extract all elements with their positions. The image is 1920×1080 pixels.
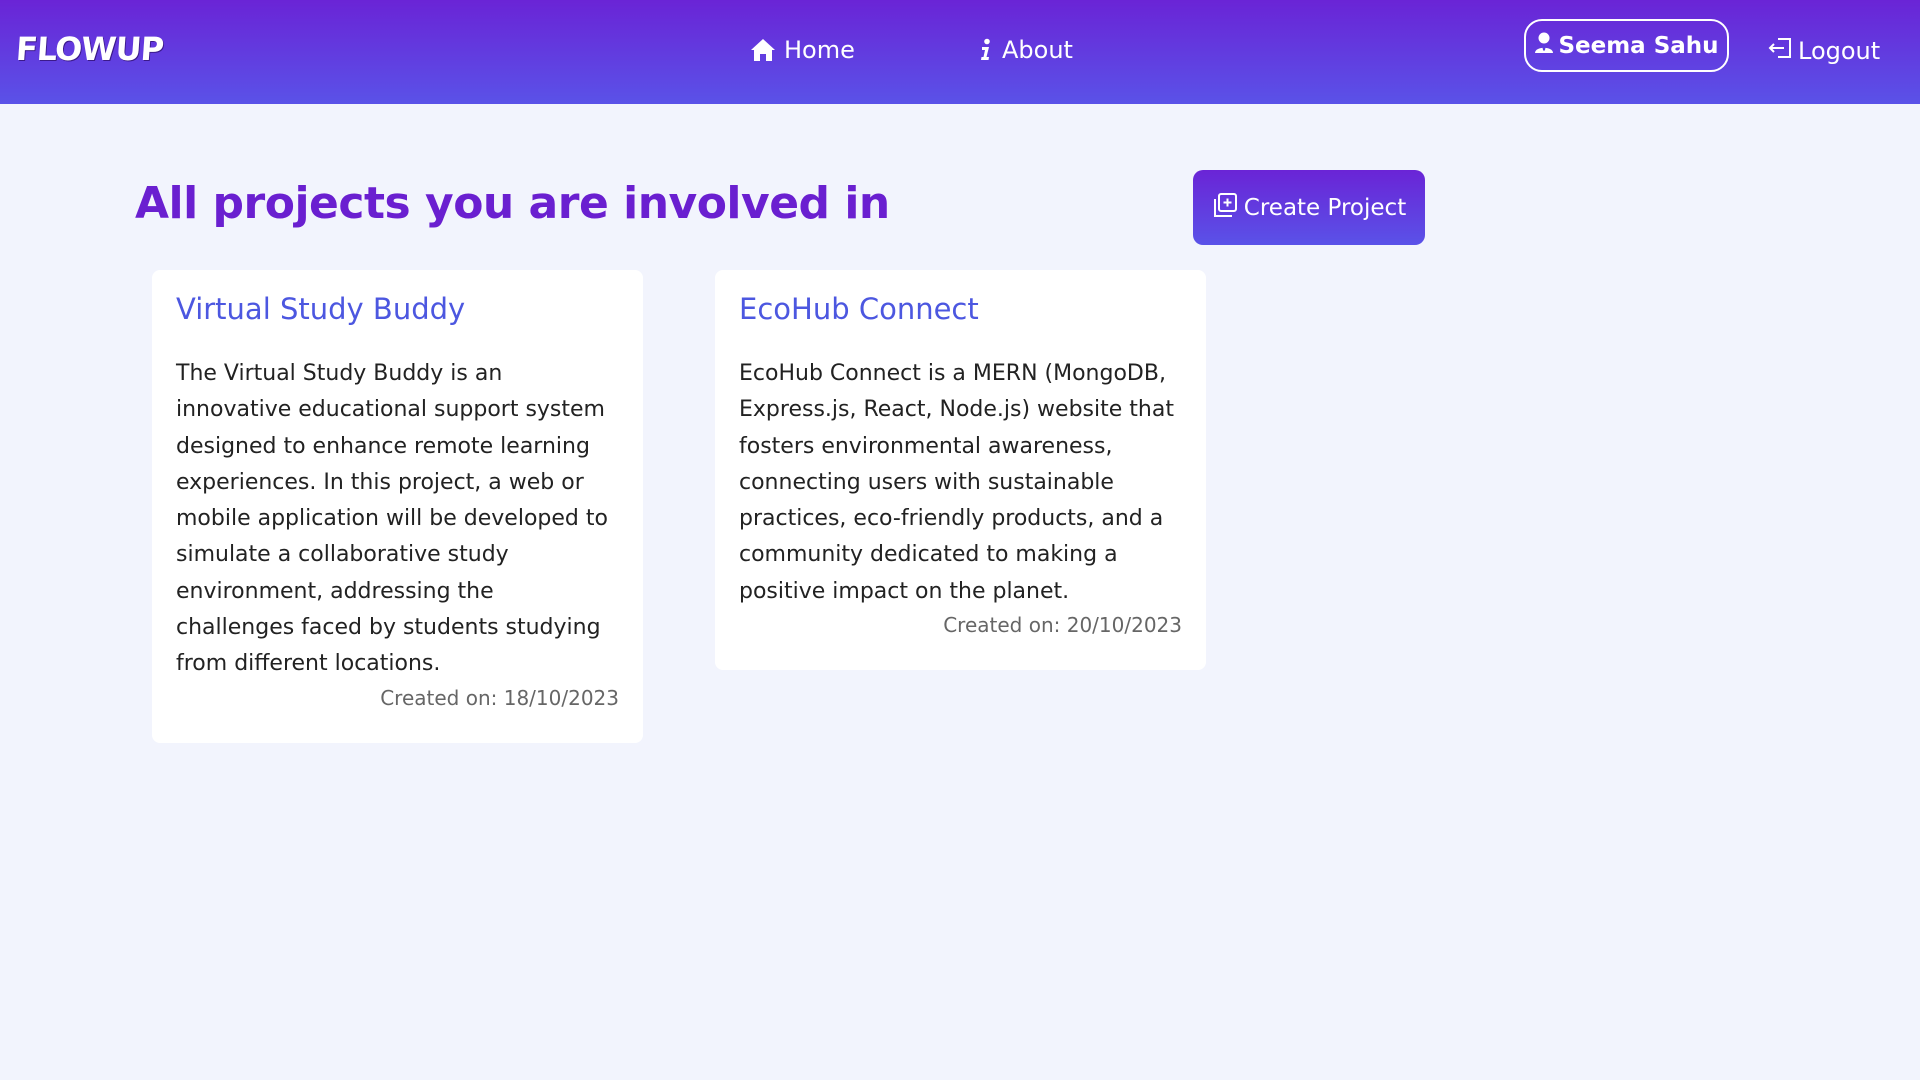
nav-home-link[interactable]: Home [750,32,855,68]
add-copy-icon [1212,192,1238,224]
logout-icon [1768,36,1794,66]
nav-about-link[interactable]: About [978,32,1073,68]
project-title[interactable]: Virtual Study Buddy [176,292,619,334]
create-project-button[interactable]: Create Project [1193,170,1425,245]
user-icon [1534,32,1554,60]
nav-home-label: Home [784,36,855,64]
project-card[interactable]: Virtual Study Buddy The Virtual Study Bu… [152,270,643,743]
project-created-date: Created on: 20/10/2023 [943,613,1182,638]
project-description: EcoHub Connect is a MERN (MongoDB, Expre… [739,361,1174,604]
page-title: All projects you are involved in [135,178,890,229]
logout-label: Logout [1798,37,1881,65]
user-profile-button[interactable]: Seema Sahu [1524,19,1729,72]
create-project-label: Create Project [1243,194,1407,221]
nav-about-label: About [1002,36,1073,64]
home-icon [750,38,776,62]
project-card[interactable]: EcoHub Connect EcoHub Connect is a MERN … [715,270,1206,670]
brand-logo[interactable]: FLOWUP [15,30,165,68]
user-name: Seema Sahu [1558,32,1719,59]
info-icon [978,38,994,62]
project-title[interactable]: EcoHub Connect [739,292,1182,334]
top-navbar: FLOWUP Home About Seema Sahu Logout [0,0,1920,104]
logout-link[interactable]: Logout [1768,33,1880,69]
project-created-date: Created on: 18/10/2023 [380,685,619,710]
project-description: The Virtual Study Buddy is an innovative… [176,361,608,677]
